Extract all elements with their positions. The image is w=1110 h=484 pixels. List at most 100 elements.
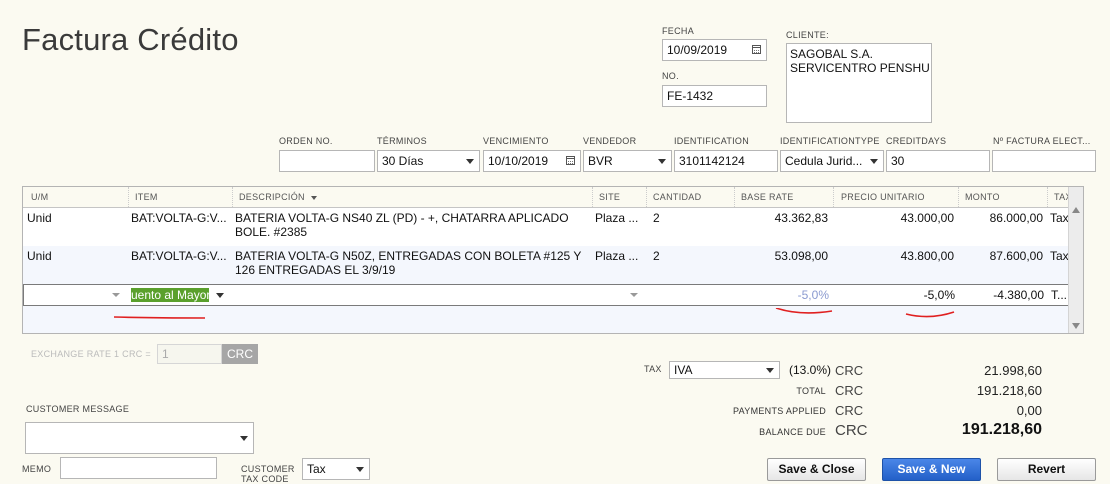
row-cantidad: 2 — [653, 211, 660, 225]
idtype-value: Cedula Jurid... — [785, 154, 863, 168]
memo-field[interactable] — [60, 457, 217, 479]
payments-applied-amount: 0,00 — [1016, 403, 1042, 418]
payments-currency: CRC — [835, 403, 864, 418]
sort-down-icon — [310, 195, 317, 200]
calendar-icon[interactable] — [752, 45, 761, 54]
vencimiento-value: 10/10/2019 — [488, 154, 549, 168]
row-item: BAT:VOLTA-G:V... — [131, 211, 227, 225]
edit-precio[interactable]: -5,0% — [835, 288, 955, 302]
col-site[interactable]: SITE — [599, 192, 620, 202]
nfactura-field[interactable] — [992, 150, 1096, 172]
tax-rate: (13.0%) — [789, 363, 832, 377]
creditdays-field[interactable]: 30 — [886, 150, 990, 172]
chevron-down-icon — [658, 159, 666, 164]
table-row[interactable]: Unid BAT:VOLTA-G:V... BATERIA VOLTA-G NS… — [23, 208, 1083, 247]
calendar-icon[interactable] — [566, 156, 575, 165]
chevron-down-icon[interactable] — [216, 293, 224, 298]
invoice-number-value: FE-1432 — [667, 89, 714, 103]
vencimiento-field[interactable]: 10/10/2019 — [483, 150, 581, 172]
chevron-down-icon — [466, 159, 474, 164]
customer-tax-code-value: Tax — [307, 462, 326, 476]
nfactura-label: Nº FACTURA ELECT... — [993, 136, 1091, 146]
creditdays-value: 30 — [891, 154, 905, 168]
orden-label: ORDEN NO. — [279, 136, 333, 146]
edit-tax[interactable]: T... — [1051, 288, 1067, 302]
row-cantidad: 2 — [653, 249, 660, 263]
form-title: Factura Crédito — [22, 22, 239, 57]
annotation-underline-item — [113, 316, 206, 319]
scroll-down-icon[interactable] — [1072, 323, 1080, 329]
idtype-label: IDENTIFICATIONTYPE — [780, 136, 880, 146]
fecha-label: FECHA — [662, 26, 695, 36]
row-tax: Tax — [1050, 211, 1069, 225]
invoice-number-field[interactable]: FE-1432 — [662, 85, 767, 107]
memo-label: MEMO — [22, 464, 52, 474]
chevron-down-icon[interactable] — [630, 293, 638, 297]
edit-monto[interactable]: -4.380,00 — [960, 288, 1044, 302]
balance-due-amount: 191.218,60 — [961, 421, 1042, 438]
table-row[interactable]: Unid BAT:VOLTA-G:V... BATERIA VOLTA-G N5… — [23, 246, 1083, 285]
cliente-line-2: SERVICENTRO PENSHU — [790, 61, 930, 75]
annotation-marks — [113, 308, 955, 319]
idtype-select[interactable]: Cedula Jurid... — [780, 150, 884, 172]
table-row-editing[interactable]: uento al Mayor -5,0% -5,0% -4.380,00 T..… — [23, 284, 1083, 306]
chevron-down-icon — [766, 368, 774, 373]
customer-message-select[interactable] — [25, 422, 254, 454]
terminos-value: 30 Días — [382, 154, 424, 168]
total-label: TOTAL — [796, 386, 826, 396]
table-header: U/M ITEM DESCRIPCIÓN SITE CANTIDAD BASE … — [23, 187, 1083, 208]
exchange-label: EXCHANGE RATE 1 CRC = — [31, 349, 151, 359]
row-um: Unid — [27, 211, 52, 225]
row-description: BATERIA VOLTA-G NS40 ZL (PD) - +, CHATAR… — [235, 211, 569, 239]
cliente-address-field[interactable]: SAGOBAL S.A. SERVICENTRO PENSHU — [786, 43, 932, 123]
row-base-rate: 53.098,00 — [774, 249, 828, 263]
tax-amount: 21.998,60 — [984, 363, 1042, 378]
exchange-rate-value: 1 — [162, 347, 169, 361]
save-close-button[interactable]: Save & Close — [767, 458, 866, 481]
item-combo-value[interactable]: uento al Mayor — [131, 288, 209, 302]
scroll-up-icon[interactable] — [1072, 207, 1080, 213]
chevron-down-icon — [240, 436, 248, 441]
col-um[interactable]: U/M — [31, 192, 48, 202]
terminos-select[interactable]: 30 Días — [377, 150, 480, 172]
customer-message-label: CUSTOMER MESSAGE — [26, 404, 130, 414]
chevron-down-icon[interactable] — [112, 293, 120, 297]
cliente-label: CLIENTE: — [786, 30, 829, 40]
customer-tax-code-select[interactable]: Tax — [302, 458, 370, 480]
balance-currency: CRC — [835, 422, 868, 439]
fecha-field[interactable]: 10/09/2019 — [662, 39, 767, 61]
terminos-label: TéRMINOS — [377, 136, 427, 146]
identification-field[interactable]: 3101142124 — [674, 150, 778, 172]
col-descripcion[interactable]: DESCRIPCIÓN — [239, 192, 317, 202]
orden-field[interactable] — [279, 150, 375, 172]
identification-value: 3101142124 — [679, 154, 745, 168]
exchange-rate-field: 1 — [157, 344, 222, 364]
row-um: Unid — [27, 249, 52, 263]
vendedor-select[interactable]: BVR — [583, 150, 672, 172]
creditdays-label: CREDITDAYS — [886, 136, 947, 146]
col-monto[interactable]: MONTO — [965, 192, 1000, 202]
balance-due-label: BALANCE DUE — [759, 427, 826, 437]
save-new-button[interactable]: Save & New — [882, 458, 981, 481]
cliente-line-1: SAGOBAL S.A. — [790, 47, 873, 61]
edit-base-rate[interactable]: -5,0% — [736, 288, 829, 302]
col-precio-unitario[interactable]: PRECIO UNITARIO — [841, 192, 925, 202]
identification-label: IDENTIFICATION — [674, 136, 750, 146]
total-amount: 191.218,60 — [976, 383, 1042, 398]
exchange-currency: CRC — [222, 344, 258, 364]
total-currency: CRC — [835, 383, 864, 398]
col-item[interactable]: ITEM — [135, 192, 158, 202]
row-monto: 87.600,00 — [989, 249, 1043, 263]
tax-code-select[interactable]: IVA — [669, 361, 780, 379]
col-base-rate[interactable]: BASE RATE — [741, 192, 794, 202]
no-label: NO. — [662, 71, 679, 81]
annotation-underline-precio — [905, 311, 955, 318]
table-scrollbar[interactable] — [1068, 187, 1083, 333]
row-site: Plaza ... — [595, 211, 639, 225]
row-monto: 86.000,00 — [989, 211, 1043, 225]
tax-currency: CRC — [835, 363, 864, 378]
col-cantidad[interactable]: CANTIDAD — [653, 192, 701, 202]
row-precio: 43.000,00 — [900, 211, 954, 225]
revert-button[interactable]: Revert — [997, 458, 1096, 481]
annotation-underline-base-rate — [775, 308, 833, 314]
